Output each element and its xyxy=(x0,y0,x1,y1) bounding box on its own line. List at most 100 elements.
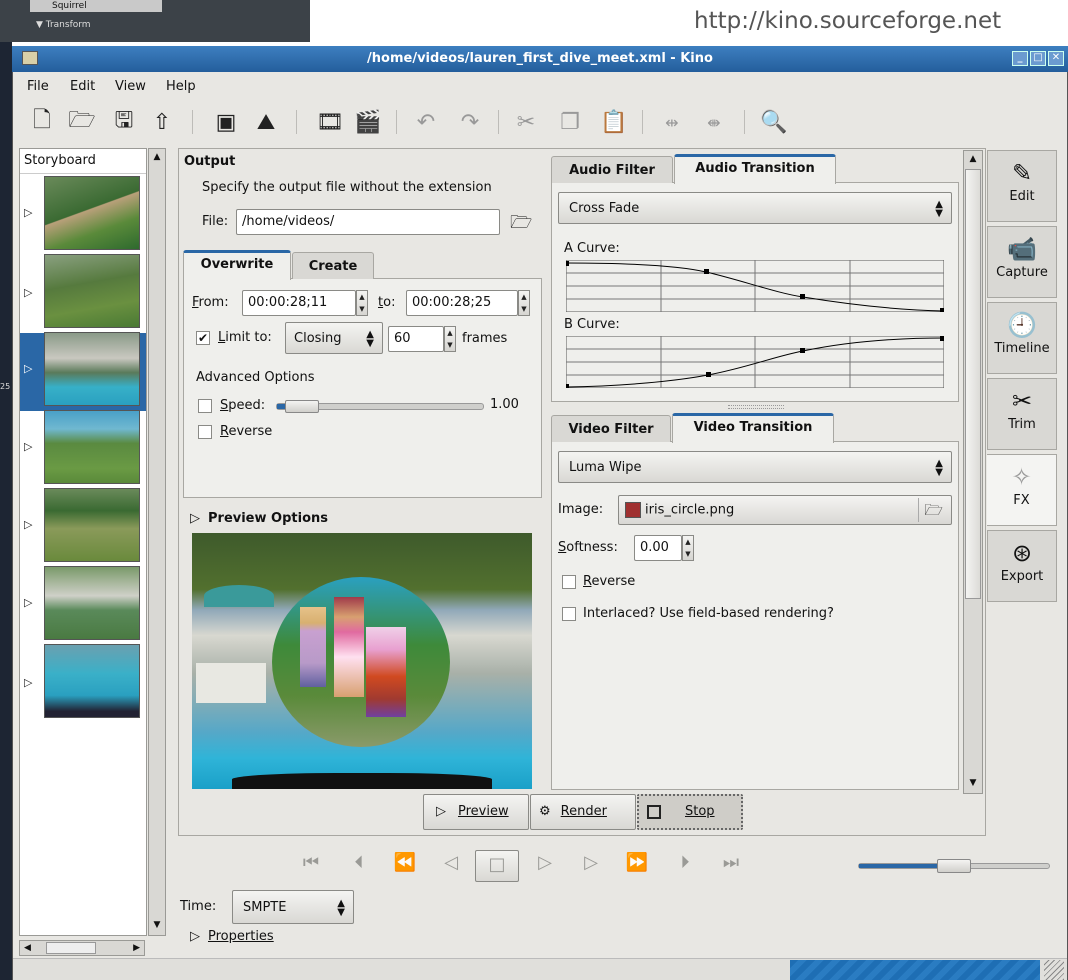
browse-folder-icon[interactable]: 🗁 xyxy=(510,210,532,240)
fast-forward-icon[interactable]: ⏩ xyxy=(622,852,652,873)
zoom-icon[interactable]: 🔍 xyxy=(758,104,790,140)
from-input[interactable]: 00:00:28;11 xyxy=(242,290,356,316)
from-spinner[interactable]: ▲ ▼ xyxy=(356,290,368,316)
expand-scene-5-icon[interactable]: ▷ xyxy=(24,518,32,531)
play-icon[interactable]: ▷ xyxy=(530,852,560,873)
join-scene-icon[interactable]: 🎬 xyxy=(352,104,384,140)
minimize-button[interactable]: _ xyxy=(1012,51,1028,66)
previous-scene-icon[interactable]: ⏴ xyxy=(344,852,374,873)
last-scene-icon[interactable]: ⏭ xyxy=(716,852,746,873)
frames-spinner[interactable]: ▲ ▼ xyxy=(444,326,456,352)
step-forward-icon[interactable]: ▷ xyxy=(576,852,606,873)
fx-scroll-thumb[interactable] xyxy=(965,169,981,599)
menu-file[interactable]: File xyxy=(27,79,49,94)
a-curve-editor[interactable] xyxy=(566,260,944,312)
preview-options-expander[interactable]: ▷ Preview Options xyxy=(190,511,328,526)
stop-button[interactable]: Stop xyxy=(637,794,743,830)
video-transition-select[interactable]: Luma Wipe ▲ ▼ xyxy=(558,451,952,483)
to-spinner[interactable]: ▲ ▼ xyxy=(518,290,530,316)
side-tab-capture[interactable]: 📹 Capture xyxy=(987,226,1057,298)
expand-scene-6-icon[interactable]: ▷ xyxy=(24,596,32,609)
video-reverse-checkbox[interactable] xyxy=(562,575,576,589)
tab-overwrite[interactable]: Overwrite xyxy=(183,250,291,280)
interlaced-checkbox[interactable] xyxy=(562,607,576,621)
paste-icon[interactable]: 📋 xyxy=(598,104,630,140)
scene-thumbnail[interactable] xyxy=(44,176,140,250)
scene-thumbnail[interactable] xyxy=(44,566,140,640)
collapse-icon[interactable]: ⇼ xyxy=(698,104,730,140)
next-scene-icon[interactable]: ⏵ xyxy=(670,852,700,873)
export-icon[interactable]: ⇧ xyxy=(146,104,178,140)
tab-video-filter[interactable]: Video Filter xyxy=(551,415,671,442)
tab-video-transition[interactable]: Video Transition xyxy=(672,413,834,443)
expand-scene-7-icon[interactable]: ▷ xyxy=(24,676,32,689)
scene-thumbnail[interactable] xyxy=(44,332,140,406)
fx-scroll-up[interactable]: ▲ xyxy=(964,151,982,167)
side-tab-fx[interactable]: ✧ FX xyxy=(987,454,1057,526)
cut-icon[interactable]: ✂ xyxy=(510,104,542,140)
side-tab-edit[interactable]: ✎ Edit xyxy=(987,150,1057,222)
properties-expander[interactable]: ▷ Properties xyxy=(190,929,274,944)
scene-thumbnail[interactable] xyxy=(44,644,140,718)
expand-scene-3-icon[interactable]: ▷ xyxy=(24,362,32,375)
position-slider-handle[interactable] xyxy=(937,859,971,873)
maximize-button[interactable]: □ xyxy=(1030,51,1046,66)
save-icon[interactable]: 🖫 xyxy=(108,104,140,140)
undo-icon[interactable]: ↶ xyxy=(410,104,442,140)
image-file-chooser[interactable]: iris_circle.png 🗁 xyxy=(618,495,952,525)
softness-spinner[interactable]: ▲ ▼ xyxy=(682,535,694,561)
rewind-icon[interactable]: ⏪ xyxy=(390,852,420,873)
first-scene-icon[interactable]: ⏮ xyxy=(296,852,326,873)
fx-scrollbar[interactable]: ▲ ▼ xyxy=(963,150,983,794)
reverse-checkbox[interactable] xyxy=(198,425,212,439)
speed-slider-handle[interactable] xyxy=(285,400,319,413)
menu-help[interactable]: Help xyxy=(166,79,196,94)
close-button[interactable]: ✕ xyxy=(1048,51,1064,66)
scene-thumbnail[interactable] xyxy=(44,488,140,562)
storyboard-hscrollbar[interactable]: ◀ ▶ xyxy=(19,940,145,956)
expand-scene-4-icon[interactable]: ▷ xyxy=(24,440,32,453)
preview-button[interactable]: ▷ Preview xyxy=(423,794,529,830)
save-still-icon[interactable]: ⛰ xyxy=(250,104,282,140)
expand-scene-1-icon[interactable]: ▷ xyxy=(24,206,32,219)
speed-checkbox[interactable] xyxy=(198,399,212,413)
pane-splitter-handle[interactable] xyxy=(728,405,784,409)
b-curve-editor[interactable] xyxy=(566,336,944,388)
menu-view[interactable]: View xyxy=(115,79,146,94)
resize-grip[interactable] xyxy=(1044,960,1064,980)
position-slider[interactable] xyxy=(858,859,1050,873)
redo-icon[interactable]: ↷ xyxy=(454,104,486,140)
tab-create[interactable]: Create xyxy=(292,252,374,279)
audio-transition-select[interactable]: Cross Fade ▲ ▼ xyxy=(558,192,952,224)
speed-slider[interactable] xyxy=(276,400,484,413)
time-format-select[interactable]: SMPTE ▲ ▼ xyxy=(232,890,354,924)
menu-edit[interactable]: Edit xyxy=(70,79,95,94)
stop-transport-button[interactable]: □ xyxy=(475,850,519,882)
side-tab-trim[interactable]: ✂ Trim xyxy=(987,378,1057,450)
to-input[interactable]: 00:00:28;25 xyxy=(406,290,518,316)
tab-audio-filter[interactable]: Audio Filter xyxy=(551,156,673,183)
copy-icon[interactable]: ❐ xyxy=(554,104,586,140)
save-frame-icon[interactable]: ▣ xyxy=(210,104,242,140)
scroll-down-button[interactable]: ▼ xyxy=(149,917,165,933)
side-tab-export[interactable]: ⊛ Export xyxy=(987,530,1057,602)
fx-scroll-down[interactable]: ▼ xyxy=(964,775,982,791)
step-back-icon[interactable]: ◁ xyxy=(436,852,466,873)
frames-input[interactable]: 60 xyxy=(388,326,444,352)
storyboard-scrollbar[interactable]: ▲ ▼ xyxy=(148,148,166,936)
scene-thumbnail[interactable] xyxy=(44,254,140,328)
file-input[interactable]: /home/videos/ xyxy=(236,209,500,235)
app-icon[interactable] xyxy=(22,51,38,65)
expand-scene-2-icon[interactable]: ▷ xyxy=(24,286,32,299)
render-button[interactable]: ⚙ Render xyxy=(530,794,636,830)
split-scene-icon[interactable]: 🎞 xyxy=(314,104,346,140)
limit-checkbox[interactable]: ✔ xyxy=(196,331,210,345)
softness-input[interactable]: 0.00 xyxy=(634,535,682,561)
limit-mode-select[interactable]: Closing ▲ ▼ xyxy=(285,322,383,354)
side-tab-timeline[interactable]: 🕘 Timeline xyxy=(987,302,1057,374)
tab-audio-transition[interactable]: Audio Transition xyxy=(674,154,836,184)
new-file-icon[interactable]: 🗋 xyxy=(26,104,58,140)
scene-thumbnail[interactable] xyxy=(44,410,140,484)
titlebar[interactable]: /home/videos/lauren_first_dive_meet.xml … xyxy=(12,46,1068,72)
expand-icon[interactable]: ⇹ xyxy=(656,104,688,140)
